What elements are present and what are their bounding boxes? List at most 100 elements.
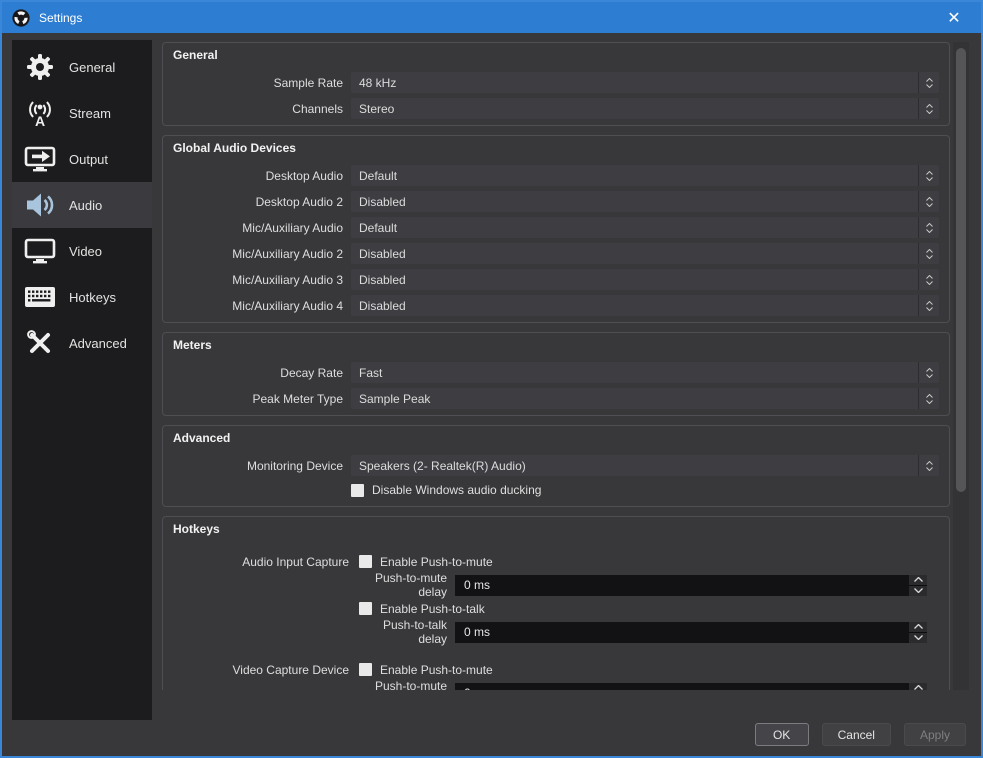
sidebar-item-stream[interactable]: A Stream — [12, 90, 152, 136]
monitor-icon — [24, 238, 56, 264]
desktop-audio-label: Desktop Audio — [173, 169, 351, 183]
sidebar-item-advanced[interactable]: Advanced — [12, 320, 152, 366]
mic-aux-audio-3-select[interactable]: Disabled — [351, 269, 939, 290]
channels-label: Channels — [173, 102, 351, 116]
obs-logo-icon — [12, 9, 30, 27]
ok-button[interactable]: OK — [755, 723, 809, 746]
sidebar-item-general[interactable]: General — [12, 44, 152, 90]
sidebar-item-label: Output — [69, 152, 108, 167]
enable-push-to-talk-checkbox[interactable] — [359, 602, 372, 615]
combo-value: Default — [359, 169, 397, 183]
mic-aux-audio-label: Mic/Auxiliary Audio — [173, 221, 351, 235]
keyboard-icon — [24, 286, 56, 308]
source-label: Video Capture Device — [173, 662, 359, 690]
checkbox-label: Disable Windows audio ducking — [372, 483, 541, 497]
push-to-mute-delay-input[interactable]: 0 ms — [455, 683, 927, 691]
spin-down-button[interactable] — [909, 633, 927, 643]
cancel-button[interactable]: Cancel — [822, 723, 891, 746]
mic-aux-audio-4-select[interactable]: Disabled — [351, 295, 939, 316]
settings-content: General Sample Rate 48 kHz Channels Ster… — [162, 42, 950, 690]
combo-value: Disabled — [359, 195, 406, 209]
combo-value: Sample Peak — [359, 392, 430, 406]
monitor-arrow-icon — [24, 146, 56, 172]
sidebar: General A Stream — [12, 40, 152, 720]
settings-window: Settings ✕ General — [0, 0, 983, 758]
vertical-scrollbar[interactable] — [953, 42, 969, 690]
section-title: Meters — [173, 338, 939, 352]
spinner-buttons — [909, 683, 927, 691]
spin-up-button[interactable] — [909, 622, 927, 632]
mic-aux-audio-2-select[interactable]: Disabled — [351, 243, 939, 264]
push-to-mute-delay-input[interactable]: 0 ms — [455, 575, 927, 596]
spin-up-button[interactable] — [909, 575, 927, 585]
section-general: General Sample Rate 48 kHz Channels Ster… — [162, 42, 950, 126]
section-title: Global Audio Devices — [173, 141, 939, 155]
sidebar-item-label: General — [69, 60, 115, 75]
sidebar-item-label: Audio — [69, 198, 102, 213]
peak-meter-type-select[interactable]: Sample Peak — [351, 388, 939, 409]
window-title: Settings — [39, 11, 82, 25]
checkbox-label: Enable Push-to-mute — [380, 663, 493, 677]
peak-meter-type-label: Peak Meter Type — [173, 392, 351, 406]
scrollbar-thumb[interactable] — [956, 48, 966, 492]
gear-icon — [24, 52, 56, 82]
monitoring-device-select[interactable]: Speakers (2- Realtek(R) Audio) — [351, 455, 939, 476]
decay-rate-select[interactable]: Fast — [351, 362, 939, 383]
apply-button[interactable]: Apply — [904, 723, 966, 746]
chevron-updown-icon — [918, 388, 939, 409]
section-hotkeys: Hotkeys Audio Input Capture Enable Push-… — [162, 516, 950, 690]
chevron-updown-icon — [918, 295, 939, 316]
spinner-buttons — [909, 622, 927, 643]
channels-select[interactable]: Stereo — [351, 98, 939, 119]
push-to-mute-delay-label: Push-to-mute delay — [359, 571, 455, 599]
push-to-talk-delay-input[interactable]: 0 ms — [455, 622, 927, 643]
sample-rate-select[interactable]: 48 kHz — [351, 72, 939, 93]
sidebar-item-hotkeys[interactable]: Hotkeys — [12, 274, 152, 320]
spin-down-button[interactable] — [909, 586, 927, 596]
combo-value: Speakers (2- Realtek(R) Audio) — [359, 459, 526, 473]
enable-push-to-mute-checkbox[interactable] — [359, 663, 372, 676]
chevron-updown-icon — [918, 72, 939, 93]
mic-aux-audio-4-label: Mic/Auxiliary Audio 4 — [173, 299, 351, 313]
tools-icon — [24, 328, 56, 358]
monitoring-device-label: Monitoring Device — [173, 459, 351, 473]
desktop-audio-2-select[interactable]: Disabled — [351, 191, 939, 212]
push-to-talk-delay-label: Push-to-talk delay — [359, 618, 455, 646]
mic-aux-audio-select[interactable]: Default — [351, 217, 939, 238]
chevron-updown-icon — [918, 165, 939, 186]
combo-value: Disabled — [359, 273, 406, 287]
sidebar-item-audio[interactable]: Audio — [12, 182, 152, 228]
combo-value: Disabled — [359, 247, 406, 261]
enable-push-to-mute-checkbox[interactable] — [359, 555, 372, 568]
push-to-mute-delay-label: Push-to-mute delay — [359, 679, 455, 690]
sidebar-item-label: Hotkeys — [69, 290, 116, 305]
speaker-icon — [24, 192, 56, 218]
antenna-icon: A — [24, 98, 56, 128]
section-title: General — [173, 48, 939, 62]
spin-value: 0 ms — [464, 686, 490, 690]
disable-windows-audio-ducking-checkbox[interactable] — [351, 484, 364, 497]
sample-rate-label: Sample Rate — [173, 76, 351, 90]
chevron-updown-icon — [918, 243, 939, 264]
chevron-updown-icon — [918, 191, 939, 212]
spin-up-button[interactable] — [909, 683, 927, 691]
decay-rate-label: Decay Rate — [173, 366, 351, 380]
section-global-audio-devices: Global Audio Devices Desktop Audio Defau… — [162, 135, 950, 323]
sidebar-item-label: Advanced — [69, 336, 127, 351]
svg-text:A: A — [35, 113, 45, 128]
section-meters: Meters Decay Rate Fast Peak Meter Type S… — [162, 332, 950, 416]
sidebar-item-video[interactable]: Video — [12, 228, 152, 274]
combo-value: Stereo — [359, 102, 394, 116]
mic-aux-audio-3-label: Mic/Auxiliary Audio 3 — [173, 273, 351, 287]
desktop-audio-select[interactable]: Default — [351, 165, 939, 186]
combo-value: 48 kHz — [359, 76, 396, 90]
sidebar-item-output[interactable]: Output — [12, 136, 152, 182]
hotkey-group-video-capture-device: Video Capture Device Enable Push-to-mute… — [173, 662, 939, 690]
chevron-updown-icon — [918, 98, 939, 119]
combo-value: Disabled — [359, 299, 406, 313]
chevron-updown-icon — [918, 455, 939, 476]
chevron-updown-icon — [918, 269, 939, 290]
section-advanced: Advanced Monitoring Device Speakers (2- … — [162, 425, 950, 507]
close-button[interactable]: ✕ — [937, 8, 971, 28]
checkbox-label: Enable Push-to-talk — [380, 602, 485, 616]
